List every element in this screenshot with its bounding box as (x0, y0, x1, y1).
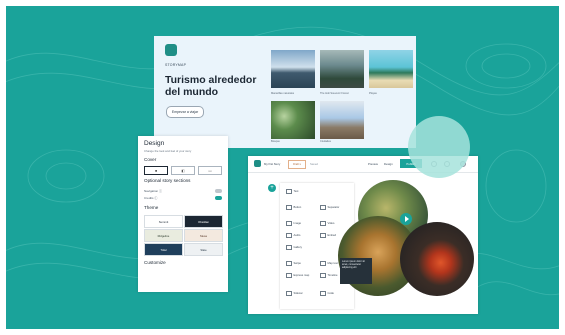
block-swipe[interactable]: Swipe (286, 261, 301, 266)
play-video-icon[interactable] (400, 213, 412, 225)
theme-mesa[interactable]: Mesa (184, 229, 223, 242)
thumbnail-caption: Maravillas naturales (271, 92, 295, 95)
block-text[interactable]: Text (286, 189, 298, 194)
start-travel-button[interactable]: Empezar a viajar (166, 106, 204, 118)
theme-slate[interactable]: Slate (184, 243, 223, 256)
button-icon (286, 205, 292, 210)
cover-option-full[interactable]: ■ (144, 166, 168, 175)
express-map-icon (286, 273, 292, 278)
design-panel: Design Change the look and feel of your … (138, 136, 228, 292)
storymaps-logo-icon (165, 44, 177, 56)
cover-option-side[interactable]: ◧ (171, 166, 195, 175)
story-name[interactable]: My first Story (264, 162, 280, 166)
story-preview-card: STORYMAP Turismo alrededor del mundo Emp… (154, 36, 416, 148)
thumbnail-caption: The Holi Souvenir Forest (320, 92, 349, 95)
credits-label: Credits ⓘ (144, 196, 158, 200)
thumbnail-cities[interactable] (320, 101, 364, 139)
gallery-icon (286, 245, 292, 250)
save-status: Saved (310, 162, 318, 166)
swipe-icon (286, 261, 292, 266)
block-sidecar[interactable]: Sidecar (286, 291, 303, 296)
thumbnail-beaches[interactable] (369, 50, 413, 88)
story-kicker: STORYMAP (165, 63, 187, 67)
credits-toggle[interactable] (215, 196, 222, 200)
storymaps-logo-icon (254, 160, 261, 167)
thumbnail-caption: Bosque (271, 140, 280, 143)
cover-option-minimal[interactable]: ▭ (198, 166, 222, 175)
caption-note: Lorem ipsum dolor sit amet, consectetur … (340, 258, 372, 284)
block-code[interactable]: Code (320, 291, 334, 296)
block-timeline[interactable]: Timeline (320, 273, 338, 278)
block-map-tour[interactable]: Map tour (320, 261, 338, 266)
preview-link[interactable]: Preview (368, 162, 378, 166)
hero-background: STORYMAP Turismo alrededor del mundo Emp… (6, 6, 559, 329)
optional-sections-label: Optional story sections (144, 178, 191, 183)
design-subtitle: Change the look and feel of your story (144, 149, 192, 153)
thumbnail-forest-road[interactable] (320, 50, 364, 88)
thumbnail-caption: Ciudades (320, 140, 331, 143)
embed-icon (320, 233, 326, 238)
cover-label: Cover (144, 157, 157, 162)
map-tour-icon (320, 261, 326, 266)
story-builder-window: My first Story Draft ▾ Saved Preview Des… (248, 156, 478, 314)
thumbnail-natural-wonders[interactable] (271, 50, 315, 88)
design-link[interactable]: Design (384, 162, 393, 166)
code-icon (320, 291, 326, 296)
design-title: Design (144, 140, 165, 147)
draft-tab[interactable]: Draft ▾ (288, 160, 306, 169)
thumbnail-caption: Playas (369, 92, 377, 95)
story-title: Turismo alrededor del mundo (165, 74, 257, 98)
text-icon (286, 189, 292, 194)
decorative-blob (408, 116, 470, 178)
block-audio[interactable]: Audio (286, 233, 300, 238)
timeline-icon (320, 273, 326, 278)
block-express-map[interactable]: Express map (286, 273, 309, 278)
block-video[interactable]: Video (320, 221, 334, 226)
theme-tidal[interactable]: Tidal (144, 243, 183, 256)
block-gallery[interactable]: Gallery (286, 245, 302, 250)
theme-label: Theme (144, 205, 159, 210)
navigation-toggle[interactable] (215, 189, 222, 193)
image-icon (286, 221, 292, 226)
block-image[interactable]: Image (286, 221, 301, 226)
theme-summit[interactable]: Summit (144, 215, 183, 228)
video-icon (320, 221, 326, 226)
separator-icon (320, 205, 326, 210)
block-separator[interactable]: Separator (320, 205, 339, 210)
add-block-button[interactable]: + (268, 184, 276, 192)
theme-obsidian[interactable]: Obsidian (184, 215, 223, 228)
audio-icon (286, 233, 292, 238)
sidecar-icon (286, 291, 292, 296)
south-america-map-circle (400, 222, 474, 296)
thumbnail-forest[interactable] (271, 101, 315, 139)
theme-ridgeline[interactable]: Ridgeline (144, 229, 183, 242)
customize-label[interactable]: Customize (144, 260, 166, 265)
navigation-label: Navigation ⓘ (144, 189, 163, 193)
block-embed[interactable]: Embed (320, 233, 336, 238)
block-button[interactable]: Button (286, 205, 301, 210)
